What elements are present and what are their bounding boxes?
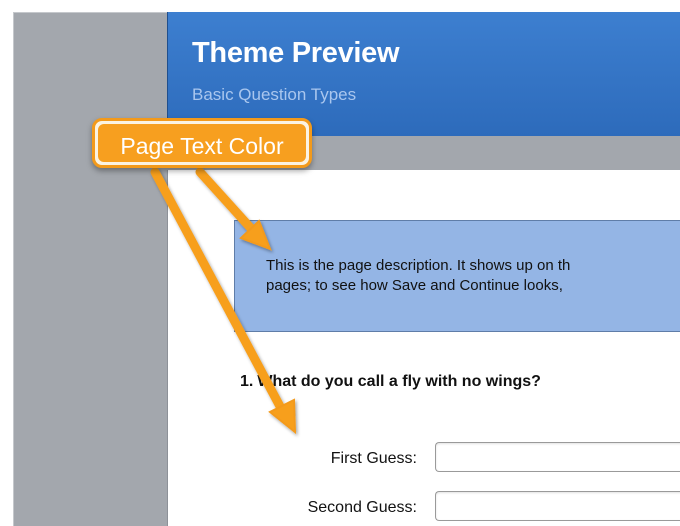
first-guess-label: First Guess: — [330, 450, 417, 467]
question-text: What do you call a fly with no wings? — [257, 373, 541, 390]
first-guess-input[interactable] — [435, 442, 680, 472]
callout-fill: Page Text Color — [98, 124, 306, 162]
theme-preview-page: Theme Preview Basic Question Types This … — [167, 12, 680, 526]
page-description-line: pages; to see how Save and Continue look… — [266, 277, 563, 294]
page-description-line: This is the page description. It shows u… — [266, 257, 571, 274]
page-description-box: This is the page description. It shows u… — [234, 220, 680, 332]
question-number: 1. — [240, 373, 254, 390]
callout-label: Page Text Color — [120, 133, 284, 159]
page-text-color-callout: Page Text Color — [92, 118, 312, 168]
question-title: 1. What do you call a fly with no wings? — [240, 373, 541, 391]
page-title: Theme Preview — [192, 37, 400, 69]
page-content: This is the page description. It shows u… — [167, 170, 680, 526]
screenshot-frame: Theme Preview Basic Question Types This … — [13, 12, 680, 526]
page-description: This is the page description. It shows u… — [266, 256, 680, 296]
second-guess-input[interactable] — [435, 491, 680, 521]
second-guess-label: Second Guess: — [307, 499, 417, 516]
page-subtitle: Basic Question Types — [192, 85, 357, 104]
